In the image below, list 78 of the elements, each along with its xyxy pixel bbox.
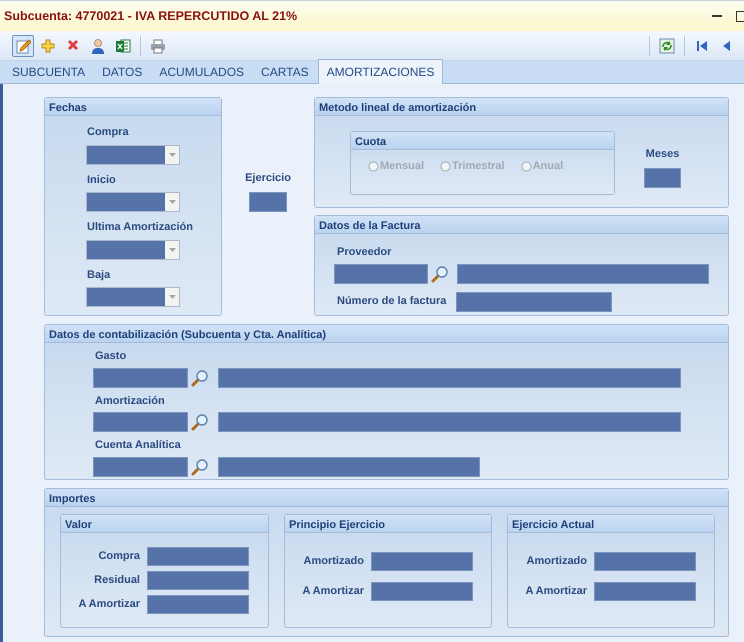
refresh-icon xyxy=(659,38,675,54)
search-button[interactable] xyxy=(190,456,210,476)
date-dropdown[interactable] xyxy=(86,240,180,260)
window-title: Subcuenta: 4770021 - IVA REPERCUTIDO AL 21% xyxy=(4,8,298,25)
date-dropdown[interactable] xyxy=(86,144,180,164)
field-label: Amortización xyxy=(95,394,166,408)
search-button[interactable] xyxy=(190,412,210,432)
input-field[interactable] xyxy=(457,264,709,284)
tab[interactable]: CARTAS xyxy=(253,60,317,83)
input-field[interactable] xyxy=(147,571,249,590)
search-icon xyxy=(191,413,209,431)
input-field[interactable] xyxy=(371,582,473,601)
field-label: Amortizado xyxy=(526,554,587,570)
search-icon xyxy=(191,458,209,476)
tab[interactable]: SUBCUENTA xyxy=(4,60,94,83)
date-dropdown[interactable] xyxy=(86,287,180,307)
panel-title: Importes xyxy=(45,489,728,507)
field-label: Baja xyxy=(87,268,112,282)
input-field[interactable] xyxy=(93,412,188,432)
field-label: Compra xyxy=(87,125,130,140)
input-field[interactable] xyxy=(218,368,681,388)
input-field[interactable] xyxy=(218,456,480,476)
pencil-icon xyxy=(15,38,31,54)
caret-icon xyxy=(168,152,176,156)
field-label: Gasto xyxy=(95,349,128,364)
field-label: Inicio xyxy=(87,172,117,188)
field-label: A Amortizar xyxy=(302,584,364,600)
input-field[interactable] xyxy=(249,192,287,212)
field-label: Compra xyxy=(98,549,140,564)
field-label: Cuenta Analítica xyxy=(95,438,182,453)
tab[interactable]: AMORTIZACIONES xyxy=(318,59,444,84)
tab[interactable]: DATOS xyxy=(94,60,150,83)
tab[interactable]: ACUMULADOS xyxy=(151,60,252,83)
radio-icon xyxy=(440,160,452,172)
input-field[interactable] xyxy=(456,292,612,312)
input-field[interactable] xyxy=(644,168,681,188)
field-label: Ejercicio xyxy=(245,171,291,186)
field-label: A Amortizar xyxy=(78,597,140,612)
field-label: Número de la factura xyxy=(336,294,448,310)
panel-title: Valor xyxy=(61,515,268,533)
field-label: Ultima Amortización xyxy=(87,220,194,235)
panel-title: Datos de la Factura xyxy=(315,216,728,234)
input-field[interactable] xyxy=(594,552,696,571)
panel-title: Ejercicio Actual xyxy=(508,515,714,533)
field-label: Amortizado xyxy=(304,554,364,570)
panel-title: Metodo lineal de amortización xyxy=(315,98,728,116)
input-field[interactable] xyxy=(218,412,681,432)
input-field[interactable] xyxy=(147,595,249,614)
date-dropdown[interactable] xyxy=(86,192,180,212)
radio-icon xyxy=(520,160,532,172)
radio-icon xyxy=(368,160,379,172)
input-field[interactable] xyxy=(594,582,696,601)
panel-title: Fechas xyxy=(45,98,221,116)
pencil-button[interactable] xyxy=(12,34,34,56)
caret-icon xyxy=(168,200,176,204)
printer-icon xyxy=(150,38,166,54)
input-field[interactable] xyxy=(93,368,188,388)
search-button[interactable] xyxy=(190,368,210,388)
panel-title: Cuota xyxy=(351,132,614,150)
input-field[interactable] xyxy=(147,547,249,566)
spreadsheet-icon xyxy=(115,38,131,54)
caret-icon xyxy=(168,248,176,252)
input-field[interactable] xyxy=(93,456,188,476)
input-field[interactable] xyxy=(371,552,473,571)
panel-title: Datos de contabilización (Subcuenta y Cta. Analítica) xyxy=(45,325,728,343)
input-field[interactable] xyxy=(334,264,428,284)
panel-title: Principio Ejercicio xyxy=(285,515,491,533)
plus-icon xyxy=(40,38,56,54)
field-label: Proveedor xyxy=(337,245,392,260)
search-button[interactable] xyxy=(430,264,450,284)
search-icon xyxy=(191,368,209,386)
field-label: Residual xyxy=(94,573,140,588)
user-icon xyxy=(90,38,106,54)
maximize-icon[interactable] xyxy=(736,10,744,22)
field-label: Meses xyxy=(646,147,680,162)
field-label: A Amortizar xyxy=(525,584,587,600)
caret-icon xyxy=(168,295,176,299)
search-icon xyxy=(431,264,449,282)
